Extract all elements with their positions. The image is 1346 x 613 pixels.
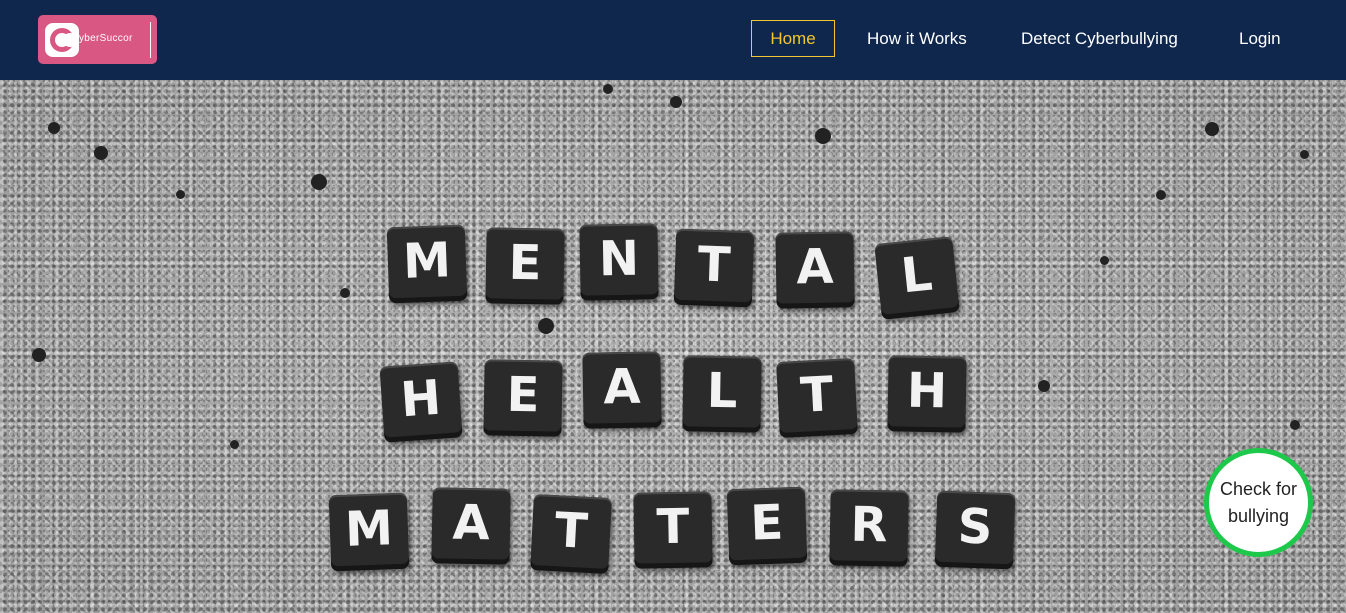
fab-label-line1: Check for (1219, 478, 1298, 499)
navbar: yberSuccor Home How it Works Detect Cybe… (0, 0, 1346, 80)
speckle (32, 348, 46, 362)
logo-divider (150, 22, 151, 58)
letter-tile: T (530, 494, 612, 574)
speckle (311, 174, 327, 190)
letter-tile: T (776, 358, 858, 438)
speckle (815, 128, 831, 144)
nav-home[interactable]: Home (751, 20, 835, 57)
speckle (1300, 150, 1309, 159)
speckle (230, 440, 239, 449)
speckle (670, 96, 682, 108)
tile-letter: A (602, 358, 642, 416)
tile-letter: E (749, 494, 785, 552)
tile-letter: T (799, 366, 835, 424)
tile-letter: L (898, 245, 935, 305)
speckle (176, 190, 185, 199)
tile-letter: A (451, 494, 491, 552)
tile-letter: T (696, 236, 732, 294)
letter-tile: A (431, 487, 511, 565)
letter-tile: E (726, 486, 808, 566)
letter-tile: T (673, 228, 755, 308)
tile-letter: M (402, 232, 452, 290)
letter-tile: H (887, 355, 967, 433)
speckle (1038, 380, 1050, 392)
tile-letter: R (850, 496, 889, 554)
letter-tile: S (934, 490, 1016, 570)
letter-tile: E (483, 359, 563, 437)
check-for-bullying-button[interactable]: Check for bullying (1204, 448, 1313, 557)
letter-tile: A (775, 231, 855, 309)
tile-letter: T (656, 498, 690, 556)
letter-tile: L (682, 355, 762, 433)
letter-tile: M (386, 224, 468, 304)
speckle (1205, 122, 1219, 136)
letter-tile: T (633, 491, 713, 569)
speckle (48, 122, 60, 134)
speckle (1156, 190, 1166, 200)
speckle (603, 84, 613, 94)
speckle (1100, 256, 1109, 265)
tile-letter: M (344, 500, 394, 558)
logo-text: yberSuccor (79, 33, 133, 44)
speckle (94, 146, 108, 160)
speckle (538, 318, 554, 334)
letter-tile: H (379, 361, 463, 443)
tile-letter: N (598, 230, 640, 288)
letter-tile: A (582, 351, 662, 429)
letter-tile: L (874, 236, 960, 320)
nav-login[interactable]: Login (1239, 20, 1281, 57)
tile-letter: L (706, 362, 738, 420)
tile-letter: H (906, 362, 948, 420)
tile-letter: S (956, 498, 994, 556)
tile-letter: E (506, 366, 540, 424)
letter-tile: N (579, 223, 659, 301)
speckle (1290, 420, 1300, 430)
tile-letter: A (795, 238, 835, 296)
fab-label-line2: bullying (1227, 505, 1290, 526)
tile-letter: E (508, 234, 542, 292)
letter-tile: R (829, 489, 909, 567)
nav-detect-cyberbullying[interactable]: Detect Cyberbullying (1021, 20, 1178, 57)
tile-letter: H (398, 369, 443, 429)
letter-tile: E (485, 227, 565, 305)
hero-banner-image: M E N T A L H E A L T H M A T T E R S (0, 80, 1346, 613)
speckle (340, 288, 350, 298)
cybersuccor-logo[interactable]: yberSuccor (38, 15, 157, 64)
nav-how-it-works[interactable]: How it Works (867, 20, 967, 57)
logo-c-mark-icon (45, 23, 79, 57)
tile-letter: T (553, 502, 589, 560)
letter-tile: M (328, 492, 410, 572)
